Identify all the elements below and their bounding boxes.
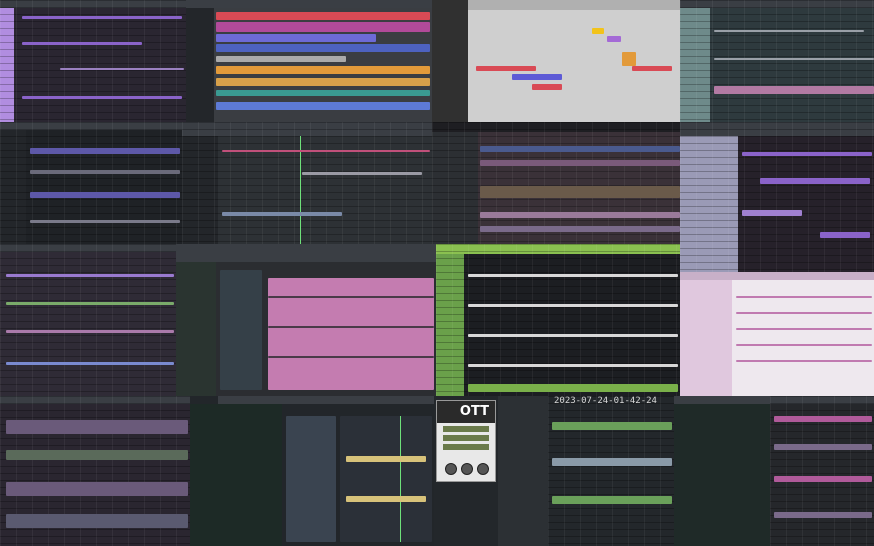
browser-panel	[674, 404, 770, 546]
ott-plugin-window: OTT	[436, 400, 496, 482]
screenshot-tile-1	[0, 0, 186, 122]
toolbar	[176, 244, 436, 262]
screenshot-tile-9	[0, 244, 176, 396]
screenshot-tile-6	[182, 122, 432, 244]
plugin-title: OTT	[437, 401, 495, 423]
screenshot-tile-10	[176, 244, 436, 396]
knob-icon	[445, 463, 457, 475]
screenshot-tile-7	[432, 122, 680, 244]
knob-icon	[477, 463, 489, 475]
toolbar	[186, 0, 432, 8]
screenshot-tile-13	[0, 396, 190, 546]
knob-icon	[461, 463, 473, 475]
playhead-icon	[300, 136, 301, 244]
screenshot-tile-3	[432, 0, 680, 122]
track-list	[498, 396, 548, 546]
screenshot-tile-12	[680, 272, 874, 396]
screenshot-tile-4	[680, 0, 874, 122]
screenshot-tile-16	[674, 396, 874, 546]
screenshot-tile-5	[0, 122, 182, 244]
toolbar	[680, 272, 874, 280]
screenshot-tile-8	[680, 122, 874, 272]
toolbar	[218, 396, 434, 404]
screenshot-tile-15: OTT 2023-07-24-01-42-24	[434, 396, 674, 546]
toolbar	[468, 0, 680, 10]
track-list	[432, 0, 468, 122]
browser-panel	[176, 262, 216, 396]
screenshot-tile-2	[186, 0, 432, 122]
track-list	[186, 8, 214, 122]
track-list	[680, 280, 732, 396]
screenshot-tile-11	[436, 244, 680, 396]
browser-panel	[190, 404, 282, 546]
screenshot-tile-14	[190, 396, 434, 546]
playhead-icon	[400, 416, 401, 542]
